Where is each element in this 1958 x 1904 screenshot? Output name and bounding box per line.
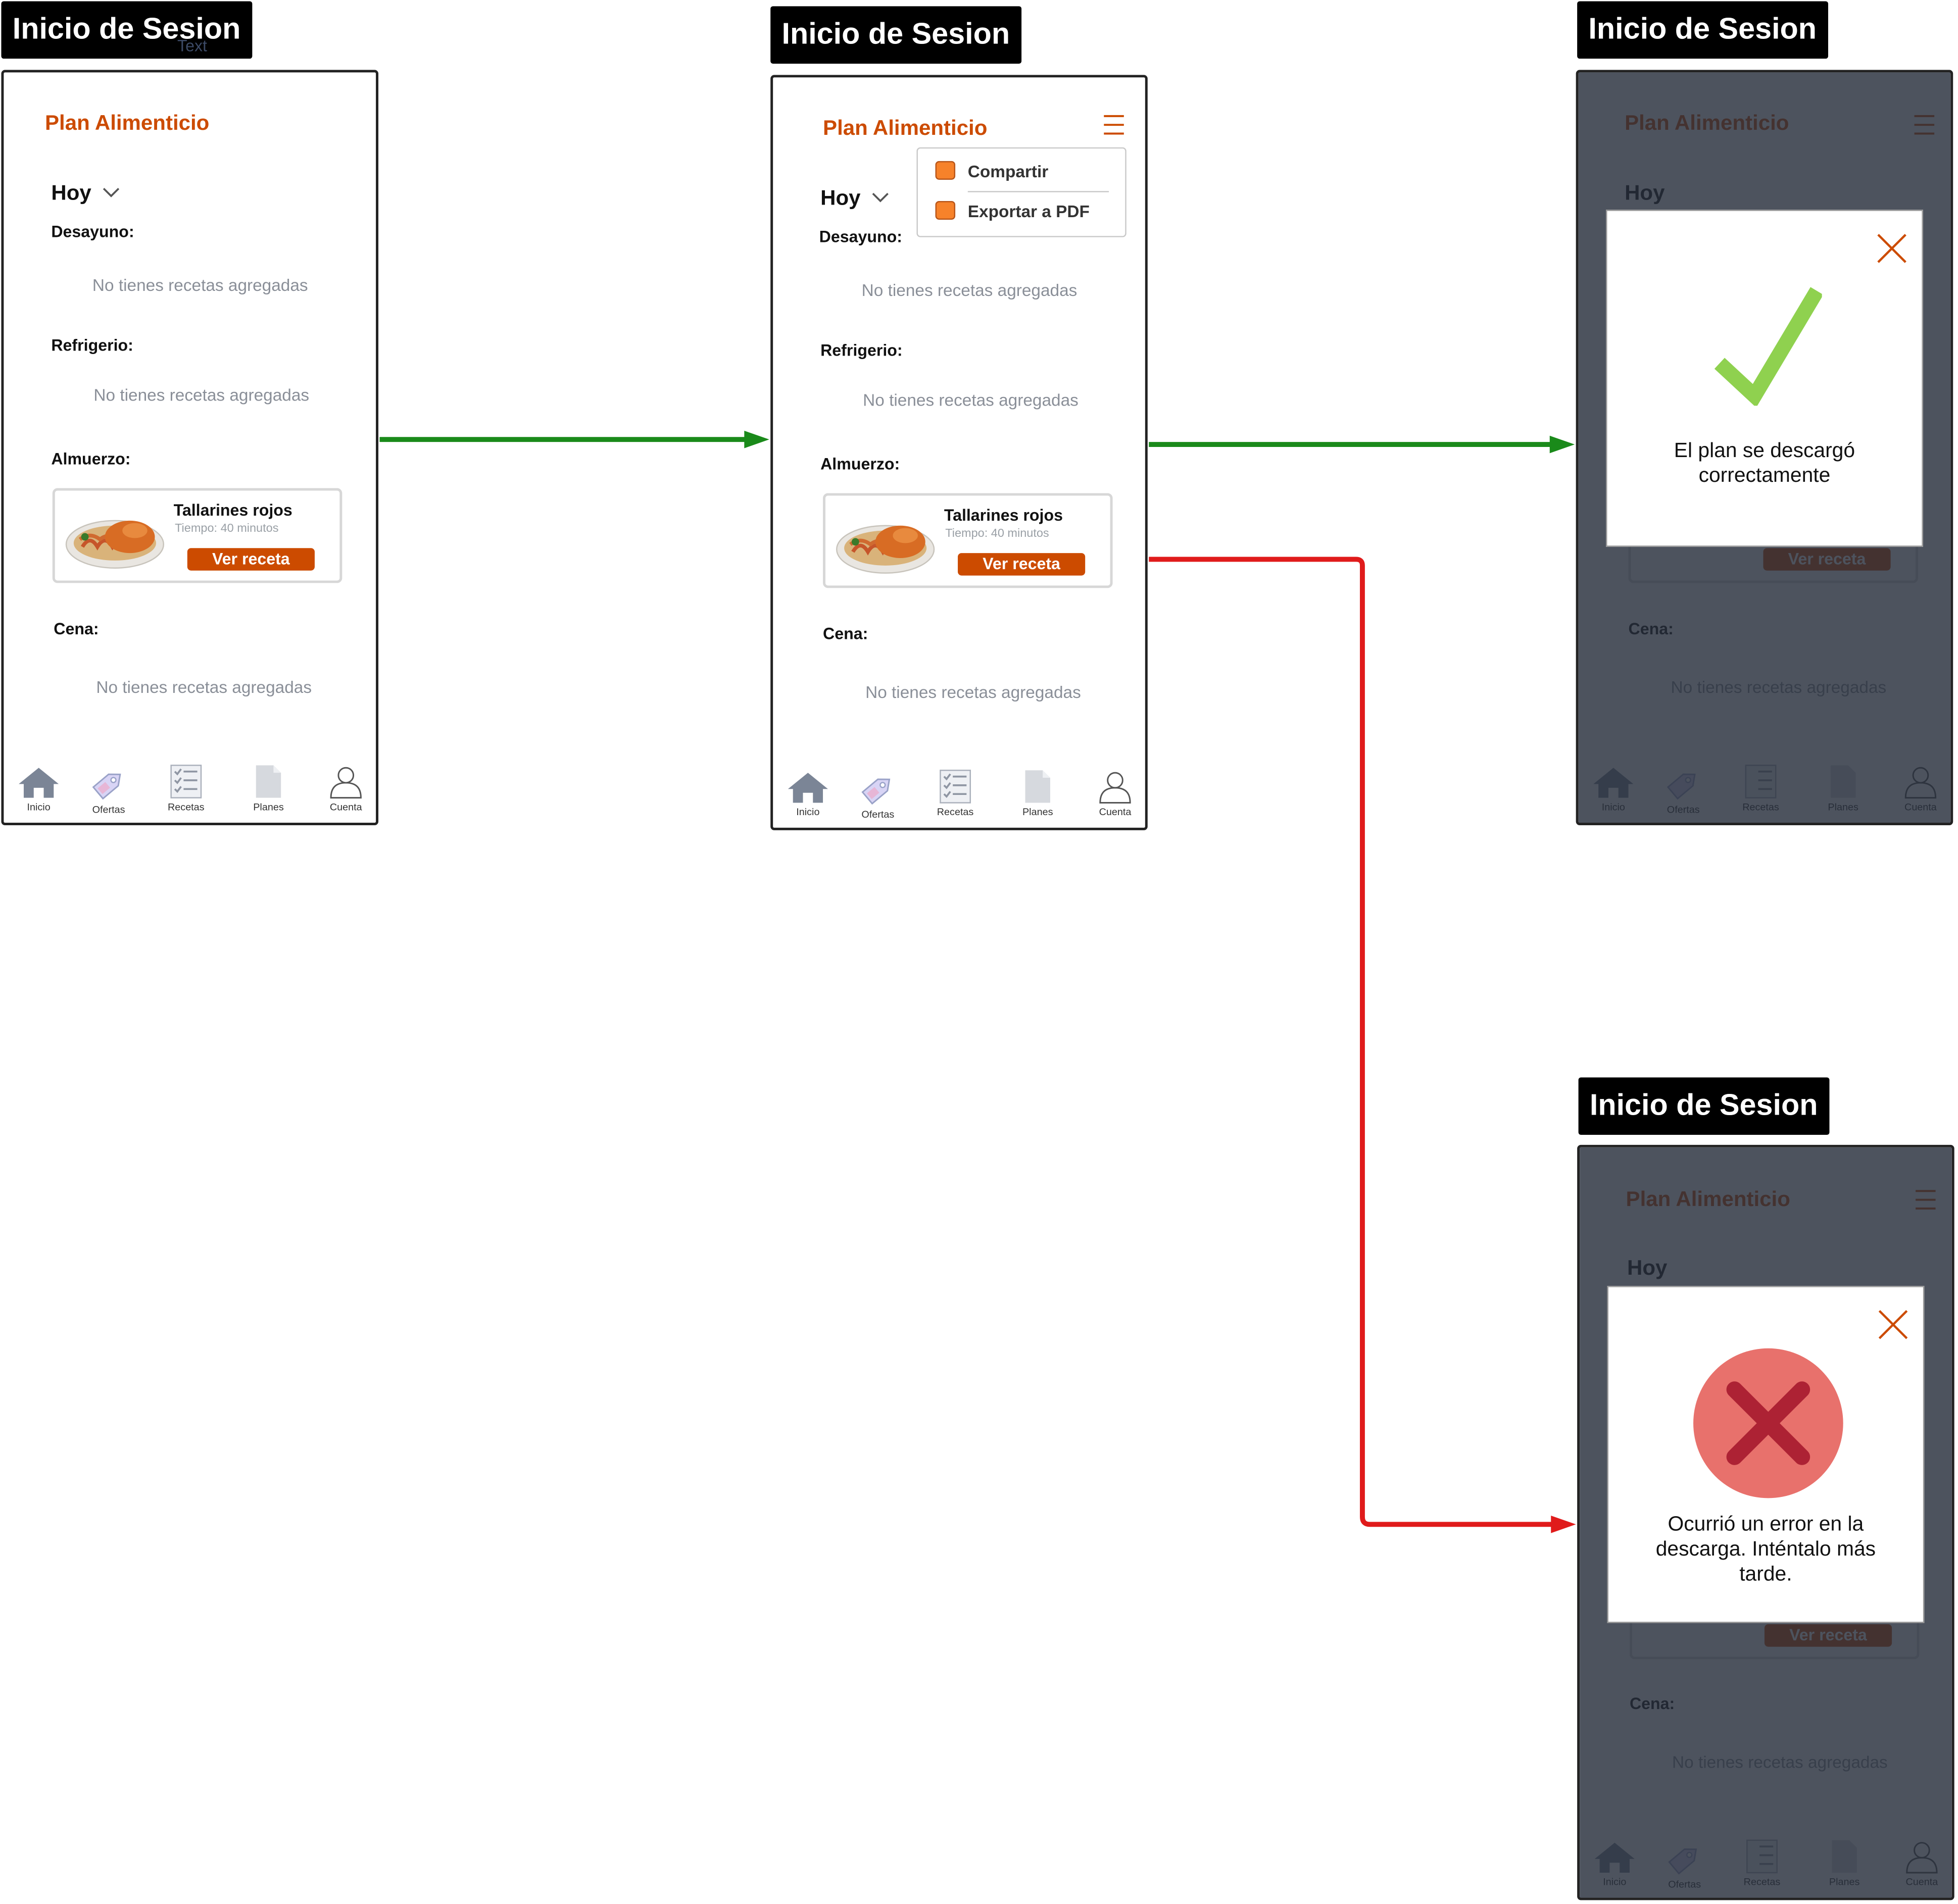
meal-dinner-label: Cena: (54, 619, 99, 638)
error-message: Ocurrió un error en la descarga. Inténta… (1655, 1513, 1876, 1586)
nav-plans[interactable]: Planes (243, 764, 293, 813)
flow-diagram: Inicio de Sesion Text Plan Alimenticio H… (0, 0, 1958, 1904)
view-recipe-button[interactable]: Ver receta (958, 553, 1086, 576)
meal-lunch-label: Almuerzo: (820, 454, 900, 473)
snack-empty-text: No tienes recetas agregadas (93, 385, 310, 405)
checkmark-icon (1714, 287, 1822, 406)
success-modal: El plan se descargó correctamente (1605, 210, 1923, 547)
day-selector-label[interactable]: Hoy (820, 186, 860, 211)
close-icon[interactable] (1878, 1310, 1908, 1339)
recipe-time: Tiempo: 40 minutos (175, 522, 279, 536)
meal-snack-label: Refrigerio: (51, 335, 133, 355)
error-x-icon (1693, 1348, 1843, 1498)
user-icon (330, 767, 362, 799)
options-menu: Compartir Exportar a PDF (916, 147, 1127, 237)
arrow-screen2-to-error (1149, 557, 1576, 1533)
user-icon (1099, 772, 1131, 804)
phone-screen-error: Plan Alimenticio Hoy Ver receta Cena: No… (1577, 1144, 1954, 1900)
checklist-icon (170, 765, 202, 798)
ghost-text-label: Text (177, 36, 207, 55)
recipe-image (65, 520, 165, 569)
meal-breakfast-label: Desayuno: (51, 222, 134, 241)
home-icon (788, 773, 828, 803)
arrow-screen2-to-success (1149, 435, 1575, 454)
checkbox-icon[interactable] (935, 161, 956, 180)
nav-offers[interactable]: Ofertas (84, 767, 134, 815)
error-modal: Ocurrió un error en la descarga. Inténta… (1607, 1286, 1925, 1623)
day-selector-label[interactable]: Hoy (51, 181, 91, 206)
bottom-nav: Inicio Ofertas Recetas Planes Cuenta (773, 762, 1145, 824)
dinner-empty-text: No tienes recetas agregadas (865, 683, 1081, 702)
screen-title-3: Inicio de Sesion (1577, 1, 1828, 59)
menu-item-share[interactable]: Compartir (935, 161, 1048, 181)
document-icon (256, 765, 281, 798)
home-icon (19, 768, 59, 798)
nav-recipes[interactable]: Recetas (931, 769, 981, 818)
breakfast-empty-text: No tienes recetas agregadas (861, 281, 1078, 300)
app-title: Plan Alimenticio (44, 111, 210, 135)
phone-screen-success: Plan Alimenticio Hoy Ver receta Cena: No… (1576, 70, 1953, 825)
nav-account[interactable]: Cuenta (1090, 769, 1140, 818)
phone-screen-2: Plan Alimenticio Hoy Compartir Exportar … (770, 75, 1148, 830)
nav-offers[interactable]: Ofertas (853, 772, 903, 820)
arrow-screen1-to-screen2 (379, 430, 769, 448)
nav-home[interactable]: Inicio (14, 767, 64, 813)
screen-title-2: Inicio de Sesion (770, 6, 1021, 64)
document-icon (1025, 770, 1050, 803)
recipe-time: Tiempo: 40 minutos (945, 527, 1049, 541)
recipe-card[interactable]: Tallarines rojos Tiempo: 40 minutos Ver … (823, 493, 1113, 588)
checkbox-icon[interactable] (935, 201, 956, 220)
meal-breakfast-label: Desayuno: (819, 227, 902, 246)
screen-title-4: Inicio de Sesion (1578, 1077, 1829, 1135)
screen-title-1: Inicio de Sesion (1, 1, 252, 59)
tag-icon (92, 773, 121, 800)
nav-recipes[interactable]: Recetas (161, 764, 211, 813)
meal-lunch-label: Almuerzo: (51, 449, 131, 468)
breakfast-empty-text: No tienes recetas agregadas (92, 276, 308, 295)
checklist-icon (940, 769, 971, 804)
nav-plans[interactable]: Planes (1013, 769, 1063, 818)
recipe-image (836, 525, 935, 574)
nav-home[interactable]: Inicio (783, 772, 833, 818)
view-recipe-button[interactable]: Ver receta (187, 548, 315, 571)
phone-screen-1: Plan Alimenticio Hoy Desayuno: No tienes… (1, 70, 379, 825)
tag-icon (861, 778, 891, 805)
meal-snack-label: Refrigerio: (820, 340, 903, 360)
hamburger-icon[interactable] (1103, 115, 1125, 135)
success-message: El plan se descargó correctamente (1674, 439, 1855, 487)
app-title: Plan Alimenticio (823, 116, 988, 140)
menu-item-export-pdf[interactable]: Exportar a PDF (935, 201, 1090, 221)
recipe-card[interactable]: Tallarines rojos Tiempo: 40 minutos Ver … (52, 488, 342, 583)
chevron-down-icon[interactable] (103, 187, 120, 198)
menu-divider (967, 191, 1109, 192)
snack-empty-text: No tienes recetas agregadas (863, 390, 1079, 410)
bottom-nav: Inicio Ofertas Recetas Planes Cuenta (4, 757, 376, 819)
dinner-empty-text: No tienes recetas agregadas (96, 678, 312, 697)
meal-dinner-label: Cena: (823, 624, 868, 643)
nav-account[interactable]: Cuenta (321, 764, 371, 813)
close-icon[interactable] (1877, 233, 1906, 263)
recipe-name: Tallarines rojos (944, 506, 1063, 525)
chevron-down-icon[interactable] (871, 192, 889, 204)
recipe-name: Tallarines rojos (173, 500, 292, 520)
